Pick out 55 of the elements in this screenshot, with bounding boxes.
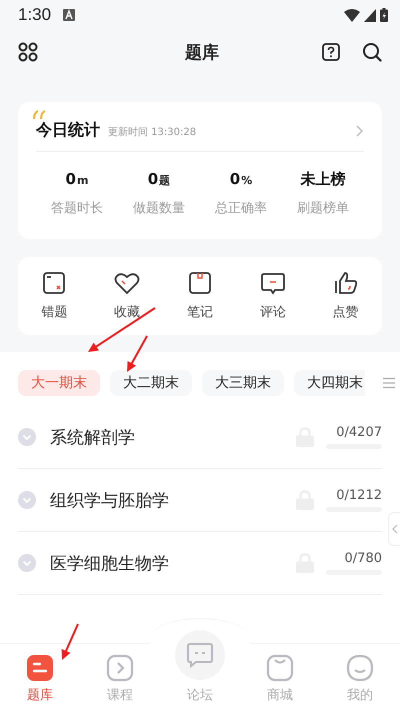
grid-menu-icon[interactable] bbox=[18, 42, 38, 62]
progress-count: 0/4207 bbox=[336, 425, 382, 440]
stat-value: 0 bbox=[148, 170, 158, 188]
card-title: 今日统计 bbox=[36, 120, 100, 141]
list-icon bbox=[26, 654, 54, 682]
page-title: 题库 bbox=[184, 42, 220, 64]
exam-tab[interactable]: 大三期末 bbox=[202, 370, 284, 396]
stat-label: 总正确率 bbox=[214, 200, 268, 217]
expand-icon[interactable] bbox=[18, 554, 36, 572]
shortcut-button[interactable]: 错题 bbox=[24, 271, 84, 321]
progress-count: 0/1212 bbox=[336, 488, 382, 503]
stat-label: 做题数量 bbox=[132, 200, 186, 217]
stat-value: 0 bbox=[230, 170, 240, 188]
shortcut-button[interactable]: 点赞 bbox=[316, 271, 376, 321]
play-icon bbox=[106, 654, 134, 682]
help-icon[interactable] bbox=[322, 43, 340, 61]
chat-icon bbox=[186, 641, 214, 669]
wifi-icon bbox=[344, 8, 360, 22]
expand-icon[interactable] bbox=[18, 428, 36, 446]
signal-icon bbox=[364, 8, 376, 22]
exam-tab[interactable]: 大四期末 bbox=[294, 370, 365, 396]
progress-count: 0/780 bbox=[344, 551, 382, 566]
menu-icon[interactable] bbox=[383, 377, 395, 389]
comment-icon bbox=[260, 271, 286, 295]
exam-tab[interactable]: 大二期末 bbox=[110, 370, 192, 396]
stat-label: 答题时长 bbox=[50, 200, 104, 217]
heart-icon bbox=[114, 271, 140, 295]
shortcut-button[interactable]: 收藏 bbox=[97, 271, 158, 321]
shortcut-button[interactable]: 笔记 bbox=[170, 271, 230, 321]
thumbs-up-icon bbox=[332, 271, 359, 295]
battery-icon bbox=[380, 8, 388, 22]
expand-icon[interactable] bbox=[18, 491, 36, 509]
note-icon bbox=[186, 271, 213, 295]
bag-icon bbox=[266, 654, 294, 682]
smile-icon bbox=[346, 654, 374, 682]
shortcut-button[interactable]: 评论 bbox=[242, 271, 303, 321]
nav-tab[interactable]: 题库 bbox=[0, 644, 80, 706]
stat-unit: % bbox=[241, 174, 252, 187]
stat-unit: m bbox=[76, 174, 88, 187]
wrong-answer-icon bbox=[41, 271, 68, 295]
update-time: 更新时间 13:30:28 bbox=[108, 126, 198, 140]
arrow-annotation bbox=[62, 624, 79, 660]
stat-label: 刷题榜单 bbox=[296, 200, 350, 217]
subject-name[interactable]: 组织学与胚胎学 bbox=[50, 488, 296, 512]
chevron-right-icon[interactable] bbox=[356, 125, 364, 137]
notification-icon bbox=[63, 9, 76, 21]
subject-name[interactable]: 系统解剖学 bbox=[50, 426, 296, 448]
stat-unit: 题 bbox=[159, 173, 170, 188]
stat-value: 0 bbox=[66, 170, 76, 188]
stat-value: 未上榜 bbox=[300, 170, 346, 189]
subject-name[interactable]: 医学细胞生物学 bbox=[50, 552, 296, 574]
side-handle[interactable] bbox=[388, 512, 400, 546]
quote-icon bbox=[32, 109, 46, 119]
status-time: 1:30 bbox=[18, 5, 52, 25]
search-icon[interactable] bbox=[362, 42, 382, 62]
